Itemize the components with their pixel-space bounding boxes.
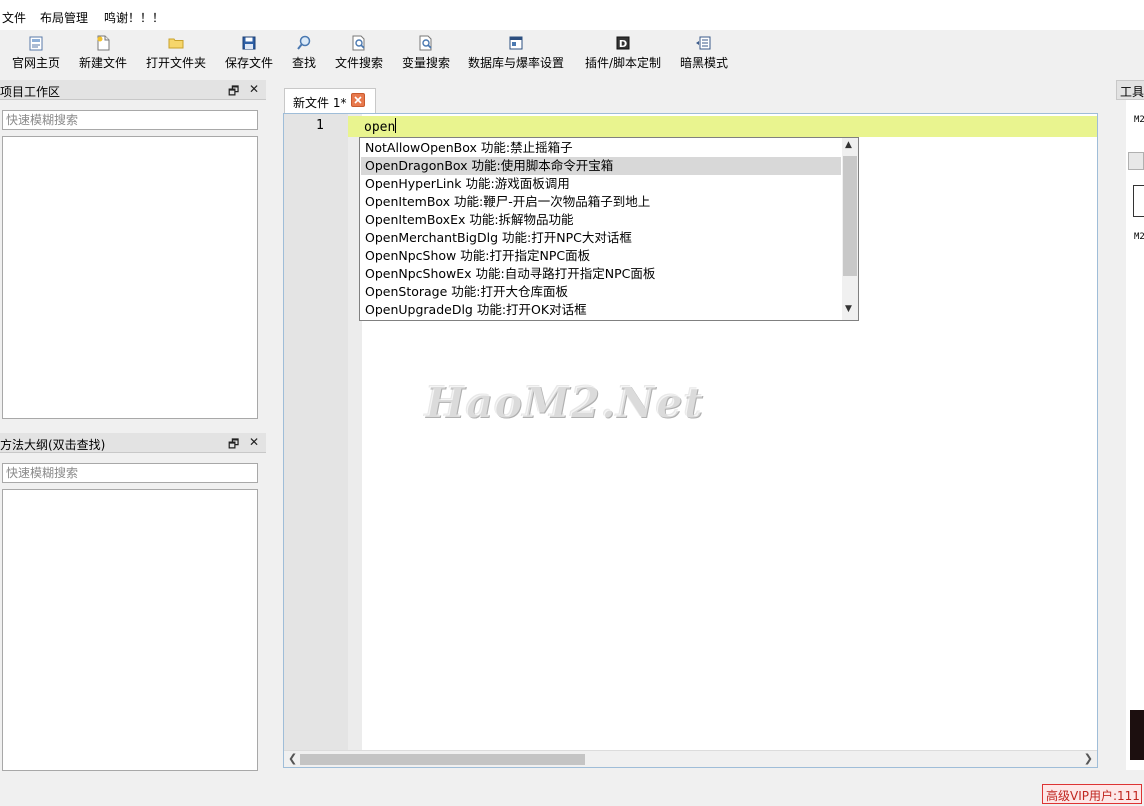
watermark: HaoM2.Net <box>425 378 704 427</box>
tools-text: M2 <box>1134 115 1144 125</box>
menu-file[interactable]: 文件 <box>2 9 26 26</box>
new-file-icon <box>97 35 110 51</box>
close-icon <box>354 96 362 104</box>
outline-tree[interactable] <box>2 489 258 771</box>
close-icon[interactable]: ✕ <box>249 435 259 449</box>
toolbar: 官网主页 新建文件 打开文件夹 保存文件 查找 文件搜索 变量搜索 数据库与爆率… <box>0 30 1144 76</box>
home-page-icon <box>29 36 43 51</box>
horizontal-scroll-thumb[interactable] <box>300 754 585 765</box>
open-folder-icon <box>168 38 184 49</box>
autocomplete-item[interactable]: OpenItemBoxEx 功能:拆解物品功能 <box>361 211 841 229</box>
project-tree[interactable] <box>2 136 258 419</box>
tools-panel-header: 工具 <box>1116 80 1144 100</box>
menu-bar: 文件 布局管理 鸣谢！！！ <box>0 0 1144 30</box>
restore-icon[interactable]: 🗗 <box>228 82 239 103</box>
save-file-button[interactable]: 保存文件 <box>223 32 275 74</box>
project-panel-header: 项目工作区 🗗 ✕ <box>0 80 266 100</box>
tools-panel: M2 M2 <box>1126 100 1144 770</box>
autocomplete-scrollbar[interactable]: ▲ ▼ <box>842 138 858 320</box>
chevron-up-icon[interactable]: ▲ <box>845 140 852 150</box>
tools-text: M2 <box>1134 232 1144 242</box>
autocomplete-item[interactable]: NotAllowOpenBox 功能:禁止摇箱子 <box>361 139 841 157</box>
home-page-button[interactable]: 官网主页 <box>10 32 62 74</box>
project-panel-title: 项目工作区 <box>0 85 61 99</box>
horizontal-scrollbar[interactable]: ❮ ❯ <box>284 750 1097 767</box>
vip-status-badge: 高级VIP用户:111 <box>1042 784 1142 804</box>
file-search-icon <box>352 35 365 51</box>
save-icon <box>242 36 256 50</box>
line-number-gutter <box>284 114 348 750</box>
line-number: 1 <box>316 118 324 133</box>
autocomplete-list[interactable]: NotAllowOpenBox 功能:禁止摇箱子 OpenDragonBox 功… <box>359 137 859 321</box>
autocomplete-item[interactable]: OpenHyperLink 功能:游戏面板调用 <box>361 175 841 193</box>
tools-box[interactable] <box>1133 185 1144 217</box>
outline-panel-title: 方法大纲(双击查找) <box>0 438 106 452</box>
outline-panel-header: 方法大纲(双击查找) 🗗 ✕ <box>0 433 266 453</box>
chevron-down-icon[interactable]: ▼ <box>845 304 852 314</box>
autocomplete-item[interactable]: OpenUpgradeDlg 功能:打开OK对话框 <box>361 301 841 319</box>
text-caret <box>395 118 397 133</box>
scroll-left-icon[interactable]: ❮ <box>288 752 297 765</box>
autocomplete-item[interactable]: OpenNpcShowEx 功能:自动寻路打开指定NPC面板 <box>361 265 841 283</box>
database-settings-button[interactable]: 数据库与爆率设置 <box>466 32 566 74</box>
variable-search-icon <box>419 35 432 51</box>
variable-search-button[interactable]: 变量搜索 <box>400 32 452 74</box>
tab-label: 新文件 1* <box>293 96 347 110</box>
project-search-input[interactable] <box>2 110 258 130</box>
svg-text:D: D <box>619 39 627 50</box>
close-icon[interactable]: ✕ <box>249 82 259 96</box>
new-file-button[interactable]: 新建文件 <box>77 32 129 74</box>
tab-new-file[interactable]: 新文件 1* <box>284 88 376 114</box>
restore-icon[interactable]: 🗗 <box>228 435 239 456</box>
autocomplete-item[interactable]: OpenItemBox 功能:鞭尸-开启一次物品箱子到地上 <box>361 193 841 211</box>
current-line-highlight <box>348 116 1097 137</box>
autocomplete-item[interactable]: OpenNpcShow 功能:打开指定NPC面板 <box>361 247 841 265</box>
scroll-right-icon[interactable]: ❯ <box>1084 752 1093 765</box>
autocomplete-item-selected[interactable]: OpenDragonBox 功能:使用脚本命令开宝箱 <box>361 157 841 175</box>
database-icon <box>509 36 523 50</box>
tab-close-icon[interactable] <box>351 93 365 107</box>
dark-mode-icon <box>696 36 711 50</box>
plugin-icon: D <box>616 36 630 50</box>
tools-button[interactable] <box>1128 152 1144 170</box>
find-button[interactable]: 查找 <box>289 32 319 74</box>
autocomplete-item[interactable]: OpenStorage 功能:打开大仓库面板 <box>361 283 841 301</box>
open-folder-button[interactable]: 打开文件夹 <box>144 32 208 74</box>
plugin-script-button[interactable]: D 插件/脚本定制 <box>581 32 665 74</box>
dark-mode-button[interactable]: 暗黑模式 <box>678 32 730 74</box>
outline-search-input[interactable] <box>2 463 258 483</box>
menu-layout[interactable]: 布局管理 <box>40 9 88 26</box>
menu-credits[interactable]: 鸣谢！！！ <box>104 9 164 26</box>
tools-preview <box>1130 710 1144 760</box>
file-search-button[interactable]: 文件搜索 <box>333 32 385 74</box>
code-text: open <box>364 120 396 135</box>
code-line[interactable]: open <box>364 118 397 135</box>
tools-panel-title: 工具 <box>1120 85 1144 99</box>
autocomplete-scroll-thumb[interactable] <box>843 156 857 276</box>
autocomplete-item[interactable]: OpenMerchantBigDlg 功能:打开NPC大对话框 <box>361 229 841 247</box>
search-icon <box>297 35 311 50</box>
